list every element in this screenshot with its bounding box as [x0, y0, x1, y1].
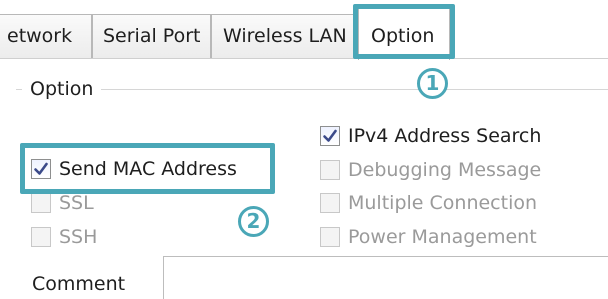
checkbox-ipv4-address-search[interactable] — [320, 126, 340, 146]
checkmark-icon — [323, 129, 337, 142]
checkbox-label: Send MAC Address — [59, 158, 237, 180]
checkbox-ssl[interactable] — [31, 193, 51, 213]
tab-label: etwork — [7, 25, 73, 47]
checkbox-label: Telnet — [59, 122, 116, 144]
tab-option[interactable]: Option — [358, 8, 450, 60]
checkbox-power-management[interactable] — [320, 227, 340, 247]
checkbox-label: Debugging Message — [348, 159, 542, 181]
tab-wireless-lan[interactable]: Wireless LAN — [211, 14, 354, 58]
checkmark-icon — [33, 125, 49, 141]
checkmark-icon — [34, 162, 48, 175]
step-badge-1: 1 — [417, 68, 448, 99]
checkbox-multiple-connection[interactable] — [320, 193, 340, 213]
tab-label: Option — [371, 25, 435, 47]
tab-network[interactable]: etwork — [0, 14, 92, 58]
checkbox-label: IPv4 Address Search — [348, 125, 542, 147]
tab-baseline — [0, 58, 608, 59]
checkbox-label: SSL — [59, 192, 94, 214]
checkbox-telnet[interactable] — [31, 123, 51, 143]
checkbox-label: Power Management — [348, 226, 537, 248]
checkbox-send-mac-address[interactable] — [31, 159, 51, 179]
tab-strip: etwork Serial Port Wireless LAN Option — [0, 0, 608, 60]
tab-label: Wireless LAN — [223, 25, 347, 47]
group-box-border — [16, 89, 608, 90]
step-badge-2: 2 — [238, 206, 269, 237]
checkbox-debugging-message[interactable] — [320, 160, 340, 180]
checkbox-label: Multiple Connection — [348, 192, 538, 214]
checkbox-ssh[interactable] — [31, 227, 51, 247]
group-title: Option — [22, 76, 102, 102]
comment-input[interactable] — [163, 256, 608, 299]
checkbox-label: SSH — [59, 226, 98, 248]
comment-label: Comment — [32, 273, 126, 295]
tab-label: Serial Port — [103, 25, 201, 47]
tab-serial-port[interactable]: Serial Port — [92, 14, 211, 58]
